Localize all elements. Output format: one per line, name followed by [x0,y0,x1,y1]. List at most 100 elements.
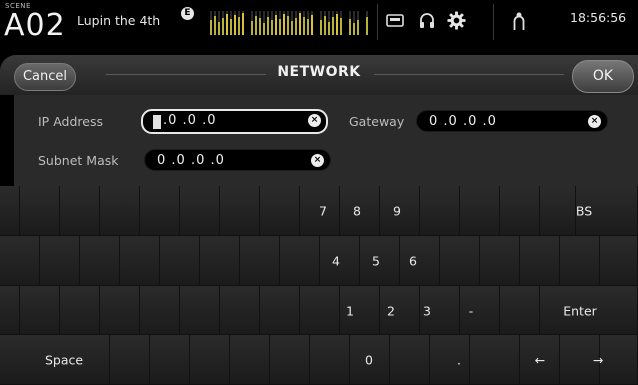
key-cell[interactable] [460,186,500,236]
key-8[interactable]: 8 [353,204,361,219]
key-cell[interactable] [220,286,260,335]
key-7[interactable]: 7 [319,204,327,219]
key-cell[interactable] [400,236,440,286]
key-cell[interactable] [100,186,140,236]
meter-bar [357,20,359,35]
key-space[interactable]: Space [45,353,83,368]
key-cell[interactable] [20,286,60,335]
key-enter[interactable]: Enter [563,303,597,318]
key-cell[interactable] [360,236,400,286]
key-cell[interactable] [80,236,120,286]
meter-bar [279,19,281,35]
gateway-field[interactable]: 0 .0 .0 .0 × [416,110,608,132]
cancel-button[interactable]: Cancel [14,63,76,91]
scene-name[interactable]: Lupin the 4th [77,13,160,28]
key-cell[interactable] [470,335,520,385]
meter-bar [226,14,228,35]
key-left-arrow[interactable]: ← [535,353,545,368]
key-cell[interactable] [600,335,638,385]
key-3[interactable]: 3 [423,303,431,318]
meter-bridge[interactable] [209,3,369,36]
key-cell[interactable] [440,236,480,286]
subnet-mask-field[interactable]: 0 .0 .0 .0 × [144,149,331,171]
key-cell[interactable] [500,286,540,335]
meter-bar [222,18,224,35]
clear-subnet-mask-button[interactable]: × [311,154,324,167]
key-cell[interactable] [120,236,160,286]
key-cell[interactable] [260,286,300,335]
key-cell[interactable] [430,335,470,385]
key-dot[interactable]: . [457,353,461,368]
key-right-arrow[interactable]: → [593,353,603,368]
user-icon[interactable] [513,12,525,31]
key-backspace[interactable]: BS [576,204,592,219]
key-cell[interactable] [150,335,190,385]
key-cell[interactable] [230,335,270,385]
key-2[interactable]: 2 [387,303,395,318]
key-cell[interactable] [110,335,150,385]
key-cell[interactable] [180,286,220,335]
key-cell[interactable] [140,286,180,335]
key-cell[interactable] [60,186,100,236]
key-cell[interactable] [460,286,500,335]
key-cell[interactable] [0,186,20,236]
key-cell[interactable] [600,236,638,286]
key-cell[interactable] [160,236,200,286]
setup-gear-icon[interactable] [447,11,466,30]
key-5[interactable]: 5 [372,254,380,269]
key-cell[interactable] [260,186,300,236]
key-cell[interactable] [300,286,340,335]
key-cell[interactable] [100,286,140,335]
key-cell[interactable] [540,186,576,236]
key-cell[interactable] [310,335,350,385]
divider [377,4,378,40]
ok-button[interactable]: OK [572,60,634,93]
meter-bar [328,22,330,35]
key-cell[interactable] [500,186,540,236]
clear-ip-address-button[interactable]: × [308,114,321,127]
subnet-mask-value: 0 .0 .0 .0 [157,153,225,168]
key-cell[interactable] [200,236,240,286]
key-cell[interactable] [390,335,430,385]
meter-bar [271,20,273,35]
meter-bar [320,20,322,35]
key-cell[interactable] [220,186,260,236]
key-cell[interactable] [0,236,40,286]
card-icon[interactable] [386,14,404,27]
text-cursor [153,115,161,129]
key-cell[interactable] [520,236,560,286]
key-cell[interactable] [420,186,460,236]
key-9[interactable]: 9 [393,204,401,219]
meter-bar [267,17,269,35]
key-cell[interactable] [20,186,60,236]
ip-address-field[interactable]: .0 .0 .0 × [141,109,328,134]
key-cell[interactable] [190,335,230,385]
key-cell[interactable] [270,335,310,385]
meter-bar [242,13,244,35]
key-1[interactable]: 1 [346,303,354,318]
meter-bar [210,20,212,35]
key-cell[interactable] [480,236,520,286]
key-cell[interactable] [280,236,320,286]
key-minus[interactable]: - [469,303,474,318]
keypad: 7 8 9 BS 4 5 6 1 2 3 - Enter Space 0. ← → [0,186,638,385]
key-cell[interactable] [40,236,80,286]
meter-bar [287,16,289,35]
clear-gateway-button[interactable]: × [588,115,601,128]
key-0[interactable]: 0 [365,353,373,368]
key-cell[interactable] [140,186,180,236]
key-cell[interactable] [380,286,420,335]
dialog-title-bar: NETWORK [0,55,638,95]
ip-address-label: IP Address [38,114,103,129]
key-6[interactable]: 6 [409,254,417,269]
scene-number[interactable]: A02 [4,9,66,43]
key-cell[interactable] [560,236,600,286]
headphones-icon[interactable] [419,12,435,29]
key-4[interactable]: 4 [332,254,340,269]
meter-bar [324,16,326,35]
key-cell[interactable] [0,286,20,335]
meter-bar [259,18,261,35]
key-cell[interactable] [180,186,220,236]
key-cell[interactable] [60,286,100,335]
key-cell[interactable] [240,236,280,286]
